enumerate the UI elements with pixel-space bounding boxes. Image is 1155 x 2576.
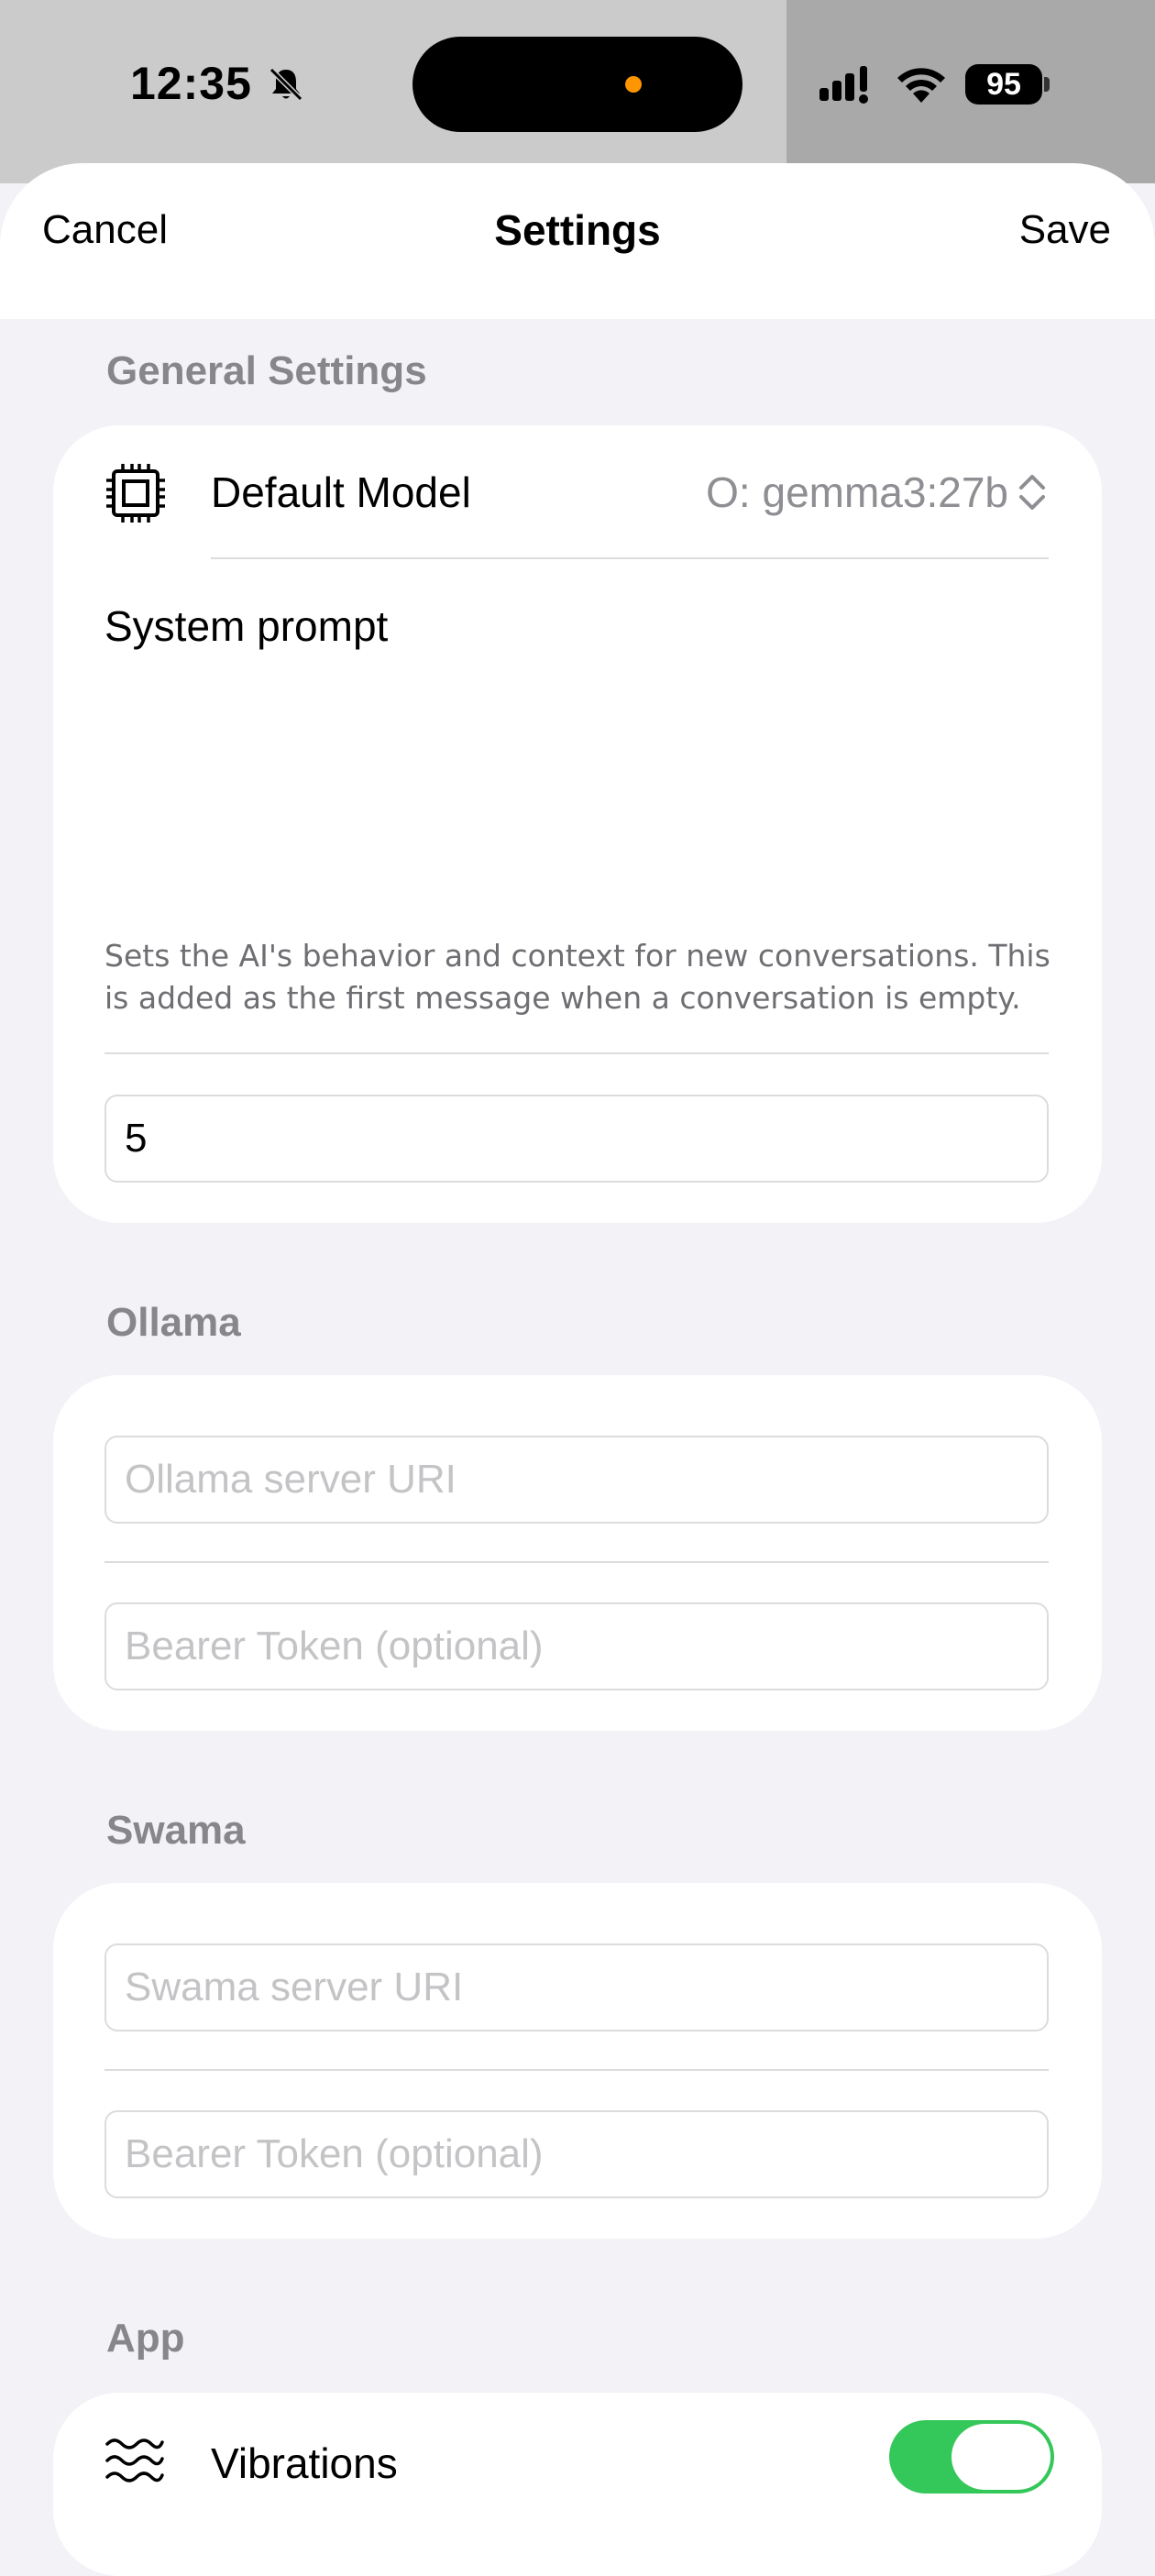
chevron-up-down-icon[interactable]: [1018, 469, 1047, 515]
swama-bearer-token-input[interactable]: [104, 2110, 1049, 2198]
page-title: Settings: [494, 206, 661, 254]
bell-slash-icon: [269, 67, 303, 102]
number-input[interactable]: [104, 1095, 1049, 1183]
divider: [104, 1052, 1049, 1054]
battery-level: 95: [986, 66, 1021, 102]
waves-icon: [105, 2438, 164, 2482]
cpu-chip-icon: [106, 464, 165, 523]
section-header-ollama: Ollama: [106, 1300, 241, 1345]
save-button[interactable]: Save: [1019, 207, 1111, 253]
default-model-label: Default Model: [211, 468, 471, 516]
toggle-knob: [952, 2424, 1050, 2490]
system-prompt-label: System prompt: [104, 602, 389, 650]
swama-server-uri-input[interactable]: [104, 1943, 1049, 2031]
section-header-app: App: [106, 2316, 185, 2361]
default-model-picker[interactable]: O: gemma3:27b: [706, 468, 1008, 517]
ollama-server-uri-input[interactable]: [104, 1436, 1049, 1524]
status-time: 12:35: [130, 58, 252, 109]
section-header-swama: Swama: [106, 1808, 246, 1853]
system-prompt-hint: Sets the AI's behavior and context for n…: [104, 938, 1050, 1016]
vibrations-label: Vibrations: [211, 2439, 398, 2487]
dynamic-island: [412, 37, 742, 132]
battery-nub: [1044, 77, 1050, 92]
divider: [104, 2069, 1049, 2071]
divider: [104, 1561, 1049, 1563]
vibrations-toggle[interactable]: [889, 2420, 1054, 2493]
battery-indicator: 95: [965, 64, 1042, 105]
system-prompt-textarea[interactable]: [104, 669, 1052, 920]
section-header-general: General Settings: [106, 348, 427, 393]
ollama-bearer-token-input[interactable]: [104, 1602, 1049, 1690]
privacy-indicator-dot: [625, 76, 642, 93]
wifi-icon: [897, 68, 945, 103]
cellular-signal-icon: [820, 66, 868, 104]
divider: [211, 557, 1049, 559]
